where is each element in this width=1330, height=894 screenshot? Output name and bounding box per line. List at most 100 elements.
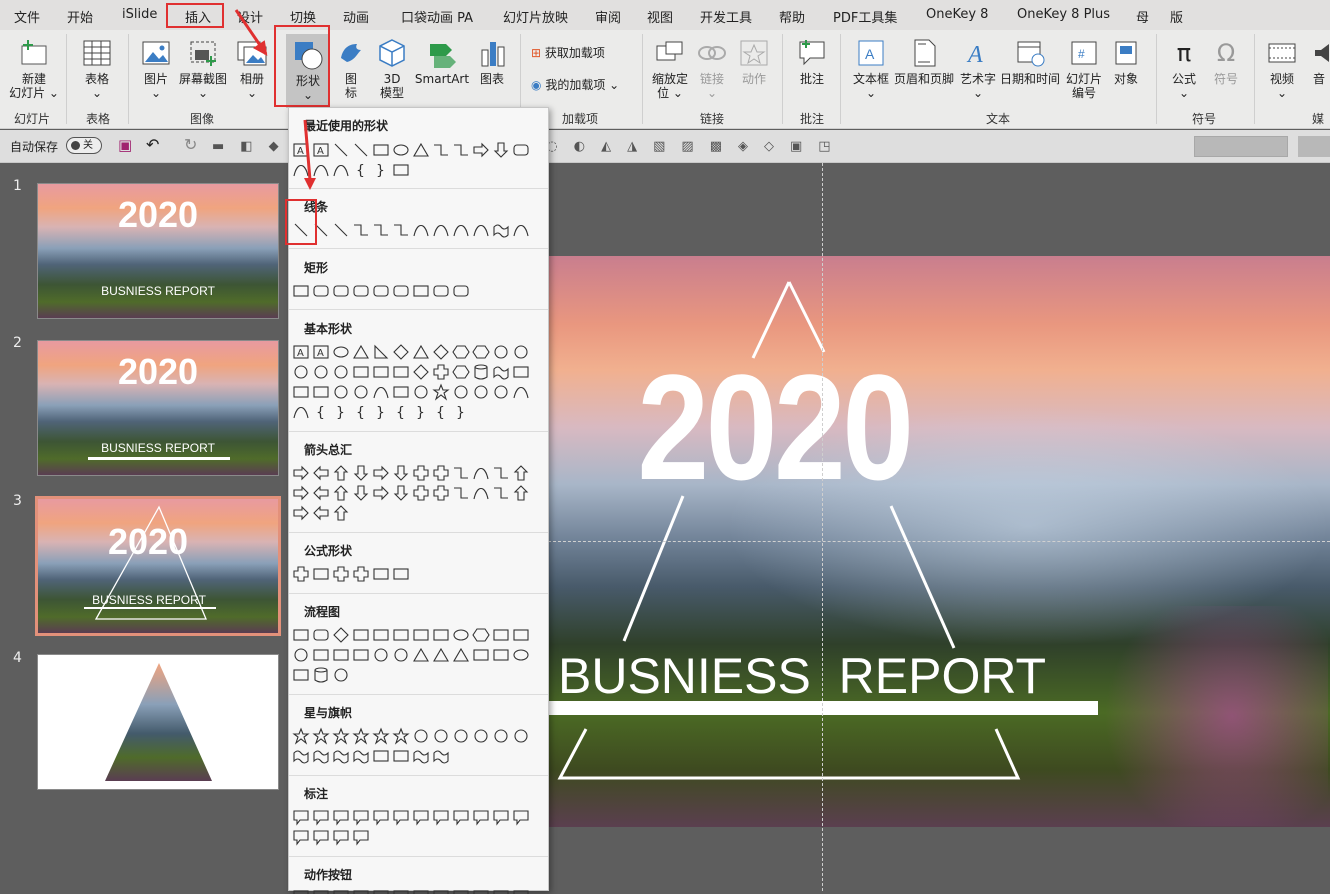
action-button[interactable]: 动作: [734, 38, 774, 86]
slide-thumbnail-1[interactable]: 2020 BUSNIESS REPORT: [37, 183, 279, 319]
star-banner-icons[interactable]: [291, 726, 546, 766]
shape-option-icon[interactable]: [373, 144, 389, 156]
toolbar-icon[interactable]: ▨: [681, 139, 693, 154]
shape-option-icon[interactable]: [453, 647, 469, 662]
equation-shapes-icons[interactable]: [291, 564, 546, 584]
shape-option-icon[interactable]: [333, 649, 349, 661]
shape-option-icon[interactable]: [313, 164, 329, 177]
shape-option-icon[interactable]: [432, 383, 450, 401]
shape-option-icon[interactable]: [514, 729, 528, 743]
shape-option-icon[interactable]: {: [356, 405, 365, 421]
line-shapes-icons[interactable]: [291, 220, 546, 240]
zoom-button[interactable]: 缩放定 位 ⌄: [648, 38, 692, 100]
menu-view[interactable]: 视图: [647, 7, 673, 26]
shape-option-icon[interactable]: [393, 568, 409, 580]
shape-option-icon[interactable]: [414, 385, 428, 399]
new-slide-button[interactable]: 新建 幻灯片 ⌄: [8, 38, 60, 100]
shape-option-icon[interactable]: [294, 365, 308, 379]
shape-option-icon[interactable]: [334, 385, 348, 399]
album-button[interactable]: 相册 ⌄: [232, 38, 272, 100]
shape-option-icon[interactable]: [513, 649, 529, 661]
smartart-button[interactable]: SmartArt: [414, 38, 470, 86]
shape-option-icon[interactable]: [314, 667, 328, 683]
shape-option-icon[interactable]: [373, 465, 389, 481]
slide-thumbnail-3-selected[interactable]: 2020 BUSNIESS REPORT: [35, 496, 281, 636]
shape-option-icon[interactable]: [353, 344, 369, 359]
header-footer-button[interactable]: 页眉和页脚: [892, 38, 956, 86]
shape-option-icon[interactable]: [413, 224, 429, 237]
shape-option-icon[interactable]: [433, 485, 449, 501]
shape-option-icon[interactable]: [333, 505, 349, 521]
shape-option-icon[interactable]: [473, 649, 489, 661]
shape-option-icon[interactable]: [332, 727, 350, 745]
menu-developer[interactable]: 开发工具: [700, 7, 752, 26]
shape-option-icon[interactable]: [312, 727, 330, 745]
shape-option-icon[interactable]: [294, 648, 308, 662]
link-button[interactable]: 链接 ⌄: [694, 38, 730, 100]
menu-islide[interactable]: iSlide: [122, 7, 157, 22]
shape-option-icon[interactable]: [373, 485, 389, 501]
menu-onekey8plus[interactable]: OneKey 8 Plus: [1017, 7, 1110, 22]
shape-option-icon[interactable]: [513, 366, 529, 378]
shape-option-icon[interactable]: [334, 143, 348, 157]
shape-option-icon[interactable]: [373, 629, 389, 641]
shape-option-icon[interactable]: [413, 810, 429, 826]
shape-option-icon[interactable]: [374, 344, 389, 359]
toolbar-icon[interactable]: ▧: [653, 139, 665, 154]
shape-option-icon[interactable]: [293, 810, 309, 826]
shape-option-icon[interactable]: [433, 750, 449, 764]
shape-option-icon[interactable]: [333, 566, 349, 582]
shape-option-icon[interactable]: [353, 810, 369, 826]
shape-option-icon[interactable]: [433, 285, 449, 297]
shape-option-icon[interactable]: [313, 485, 329, 501]
toolbar-icon[interactable]: ◮: [627, 139, 637, 154]
3d-model-button[interactable]: 3D 模型: [372, 38, 412, 100]
slide-subtitle[interactable]: BUSNIESS REPORT: [558, 648, 1046, 704]
slide-title[interactable]: 2020: [628, 352, 920, 502]
shape-option-icon[interactable]: {: [316, 405, 325, 421]
shape-option-icon[interactable]: [473, 467, 489, 480]
shape-option-icon[interactable]: [454, 487, 468, 499]
shape-option-icon[interactable]: [333, 485, 349, 501]
shape-option-icon[interactable]: [454, 467, 468, 479]
shape-option-icon[interactable]: [353, 649, 369, 661]
shape-option-icon[interactable]: [493, 649, 509, 661]
toolbar-icon[interactable]: ▬: [212, 139, 224, 154]
slide-number-button[interactable]: # 幻灯片 编号: [1062, 38, 1106, 100]
menu-master[interactable]: 母: [1136, 7, 1149, 26]
shape-option-icon[interactable]: [513, 386, 529, 399]
shape-option-icon[interactable]: [292, 727, 310, 745]
redo-icon[interactable]: ↻: [184, 135, 197, 154]
rectangle-shapes-icons[interactable]: [291, 281, 546, 301]
shape-option-icon[interactable]: [334, 668, 348, 682]
equation-button[interactable]: π 公式 ⌄: [1164, 38, 1204, 100]
shape-option-icon[interactable]: [353, 629, 369, 641]
get-addins-button[interactable]: ⊞ 获取加载项: [531, 44, 605, 61]
shape-option-icon[interactable]: [472, 345, 490, 359]
shape-option-icon[interactable]: [513, 810, 529, 826]
shape-option-icon[interactable]: [393, 144, 409, 156]
picture-button[interactable]: 图片 ⌄: [134, 38, 178, 100]
shape-option-icon[interactable]: [373, 285, 389, 297]
shape-option-icon[interactable]: [373, 750, 389, 762]
shape-option-icon[interactable]: [392, 727, 410, 745]
shape-option-icon[interactable]: [393, 386, 409, 398]
shape-option-icon[interactable]: }: [456, 405, 465, 421]
shape-option-icon[interactable]: [413, 364, 429, 380]
toolbar-icon[interactable]: ◳: [818, 139, 830, 154]
shape-option-icon[interactable]: [293, 465, 309, 481]
shape-option-icon[interactable]: [473, 142, 489, 158]
menu-home[interactable]: 开始: [67, 7, 93, 26]
shape-option-icon[interactable]: [313, 750, 329, 764]
menu-file[interactable]: 文件: [14, 7, 40, 26]
shape-option-icon[interactable]: [452, 345, 470, 359]
shape-option-icon[interactable]: [372, 727, 390, 745]
shape-option-icon[interactable]: [313, 629, 329, 641]
shape-option-icon[interactable]: [354, 224, 368, 236]
shape-option-icon[interactable]: [394, 648, 408, 662]
shape-option-icon[interactable]: [514, 345, 528, 359]
shape-option-icon[interactable]: [434, 729, 448, 743]
shape-option-icon[interactable]: [333, 465, 349, 481]
slide-thumbnail-4[interactable]: [37, 654, 279, 790]
shape-option-icon[interactable]: [333, 164, 349, 177]
